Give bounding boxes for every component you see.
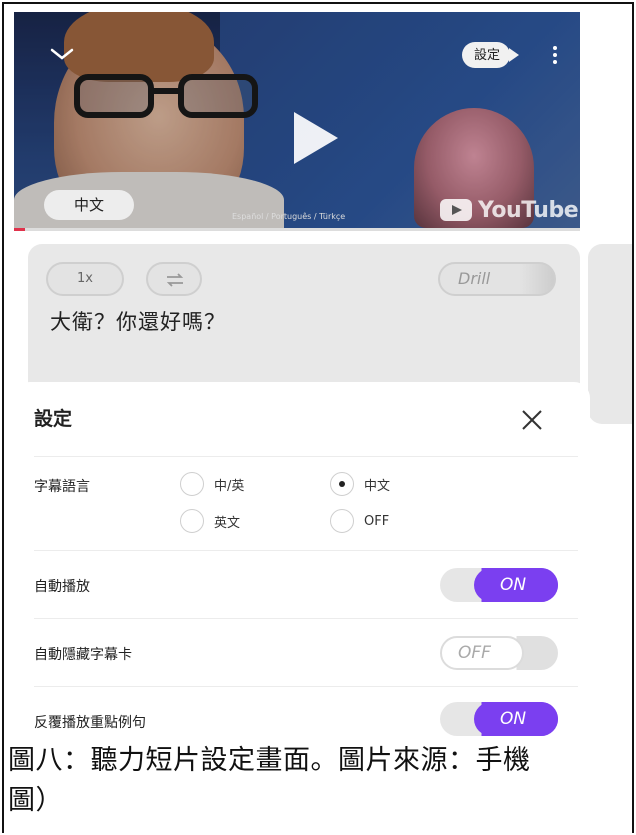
- divider: [34, 686, 578, 687]
- radio-label: 英文: [214, 515, 241, 531]
- radio-icon: [180, 509, 204, 533]
- sheet-title: 設定: [34, 408, 73, 430]
- toggle-state: OFF: [458, 643, 491, 663]
- loop-button[interactable]: [146, 262, 202, 296]
- close-icon[interactable]: [520, 408, 544, 432]
- radio-icon: [330, 509, 354, 533]
- toggle-state: ON: [500, 575, 527, 595]
- subtitle-language-label: 字幕語言: [34, 479, 90, 495]
- more-options-icon[interactable]: [550, 44, 560, 68]
- auto-hide-card-toggle[interactable]: OFF: [440, 636, 558, 670]
- figure-caption: 圖八：聽力短片設定畫面。圖片來源：手機 圖）: [8, 741, 632, 821]
- radio-label: 中文: [364, 478, 391, 494]
- radio-label: OFF: [364, 513, 390, 529]
- toggle-state: ON: [500, 709, 527, 729]
- radio-zh[interactable]: 中文: [330, 472, 390, 496]
- next-card-peek: [588, 244, 632, 424]
- divider: [34, 456, 578, 457]
- autoplay-toggle[interactable]: ON: [440, 568, 558, 602]
- youtube-logo: YouTube: [440, 197, 579, 223]
- settings-sheet: 設定 字幕語言 中/英 中文 英文 OFF 自動播放 ON 自動隱藏字幕卡 OF…: [14, 382, 590, 742]
- speed-button[interactable]: 1x: [46, 262, 124, 296]
- settings-button[interactable]: 設定: [462, 42, 520, 68]
- subtitle-sentence: 大衛？你還好嗎？: [50, 310, 226, 334]
- play-icon[interactable]: [294, 112, 338, 164]
- drill-toggle[interactable]: Drill: [438, 262, 556, 296]
- video-player[interactable]: 設定 中文 Español / Português / Türkçe YouTu…: [14, 12, 580, 228]
- caption-languages-text: Español / Português / Türkçe: [232, 212, 346, 221]
- video-progress-bar[interactable]: [14, 228, 580, 231]
- auto-hide-card-label: 自動隱藏字幕卡: [34, 647, 132, 663]
- repeat-key-sentence-toggle[interactable]: ON: [440, 702, 558, 736]
- radio-selected-icon: [330, 472, 354, 496]
- radio-label: 中/英: [214, 478, 245, 494]
- radio-zh-en[interactable]: 中/英: [180, 472, 244, 496]
- autoplay-label: 自動播放: [34, 579, 90, 595]
- youtube-wordmark: YouTube: [478, 197, 579, 223]
- subtitle-language-pill[interactable]: 中文: [44, 190, 134, 220]
- chevron-down-icon[interactable]: [50, 44, 74, 64]
- figure-caption-line-1: 圖八：聽力短片設定畫面。圖片來源：手機: [8, 745, 531, 776]
- divider: [34, 618, 578, 619]
- figure-caption-line-2: 圖）: [8, 785, 63, 816]
- youtube-play-icon: [440, 199, 472, 221]
- repeat-key-sentence-label: 反覆播放重點例句: [34, 715, 146, 731]
- divider: [34, 550, 578, 551]
- radio-en[interactable]: 英文: [180, 509, 240, 533]
- radio-icon: [180, 472, 204, 496]
- figure-frame: 設定 中文 Español / Português / Türkçe YouTu…: [2, 2, 634, 833]
- loop-icon: [166, 273, 184, 287]
- radio-off[interactable]: OFF: [330, 509, 389, 533]
